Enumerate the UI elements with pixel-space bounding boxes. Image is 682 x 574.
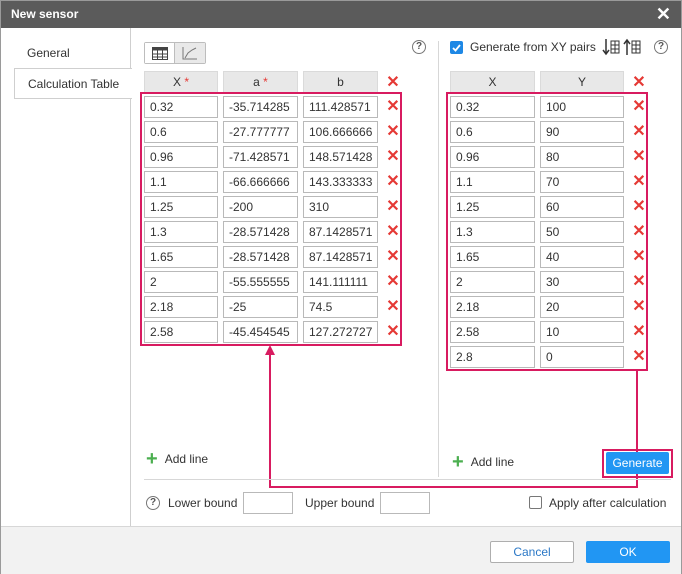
dialog-footer: Cancel OK	[1, 526, 681, 574]
required-mark: *	[263, 75, 268, 89]
highlight-box-xy	[446, 92, 648, 371]
dialog-title: New sensor	[11, 7, 79, 21]
column-header-xy-x: X	[450, 71, 535, 93]
column-header-b-label: b	[337, 75, 344, 89]
delete-all-rows-icon[interactable]: ✕	[386, 75, 400, 91]
tab-general-label: General	[27, 46, 70, 60]
lower-bound-label: Lower bound	[168, 496, 238, 510]
view-toggle	[144, 42, 206, 64]
sidebar: General Calculation Table	[1, 28, 132, 526]
column-header-a-label: a	[253, 75, 260, 89]
horizontal-divider	[144, 479, 671, 480]
add-line-xy-label: Add line	[470, 455, 515, 469]
plus-icon: +	[452, 451, 464, 473]
delete-all-xy-rows-icon[interactable]: ✕	[632, 75, 646, 91]
tab-general[interactable]: General	[14, 38, 131, 69]
column-header-xy-y-label: Y	[577, 75, 586, 89]
add-line-label: Add line	[164, 452, 209, 466]
ok-button[interactable]: OK	[586, 541, 670, 563]
line-chart-icon	[182, 47, 197, 60]
table-view-button[interactable]	[145, 43, 175, 63]
cancel-button[interactable]: Cancel	[490, 541, 574, 563]
generate-from-xy-checkbox[interactable]	[450, 41, 463, 54]
tab-calculation-table-label: Calculation Table	[28, 77, 120, 91]
apply-after-calculation-label: Apply after calculation	[549, 496, 667, 510]
checkmark-icon	[452, 44, 461, 52]
table-icon	[151, 46, 168, 60]
help-icon-xy[interactable]: ?	[654, 40, 668, 54]
required-mark: *	[184, 75, 190, 89]
column-header-x: X *	[144, 71, 218, 93]
add-line-button[interactable]: + Add line	[146, 448, 209, 470]
column-header-a: a *	[223, 71, 298, 93]
column-header-x-label: X	[172, 75, 181, 89]
new-sensor-dialog: New sensor ✕ General Calculation Table ?…	[0, 0, 682, 574]
plus-icon: +	[146, 448, 158, 470]
chart-view-button[interactable]	[175, 43, 205, 63]
apply-after-calculation-checkbox[interactable]	[529, 496, 542, 509]
upper-bound-label: Upper bound	[305, 496, 375, 510]
generate-from-xy-label: Generate from XY pairs	[470, 40, 596, 54]
highlight-box	[140, 92, 402, 346]
lower-bound-input[interactable]	[243, 492, 293, 514]
sort-ascending-icon[interactable]	[623, 38, 641, 56]
help-icon-bounds[interactable]: ?	[146, 496, 160, 510]
generate-button[interactable]: Generate	[606, 452, 669, 474]
help-icon[interactable]: ?	[412, 40, 426, 54]
tab-calculation-table[interactable]: Calculation Table	[14, 68, 132, 99]
column-header-xy-x-label: X	[488, 75, 497, 89]
column-header-xy-y: Y	[540, 71, 624, 93]
close-icon[interactable]: ✕	[656, 1, 671, 27]
add-line-xy-button[interactable]: + Add line	[452, 451, 515, 473]
sort-descending-icon[interactable]	[602, 38, 620, 56]
dialog-titlebar: New sensor ✕	[1, 1, 681, 28]
column-header-b: b	[303, 71, 378, 93]
upper-bound-input[interactable]	[380, 492, 430, 514]
